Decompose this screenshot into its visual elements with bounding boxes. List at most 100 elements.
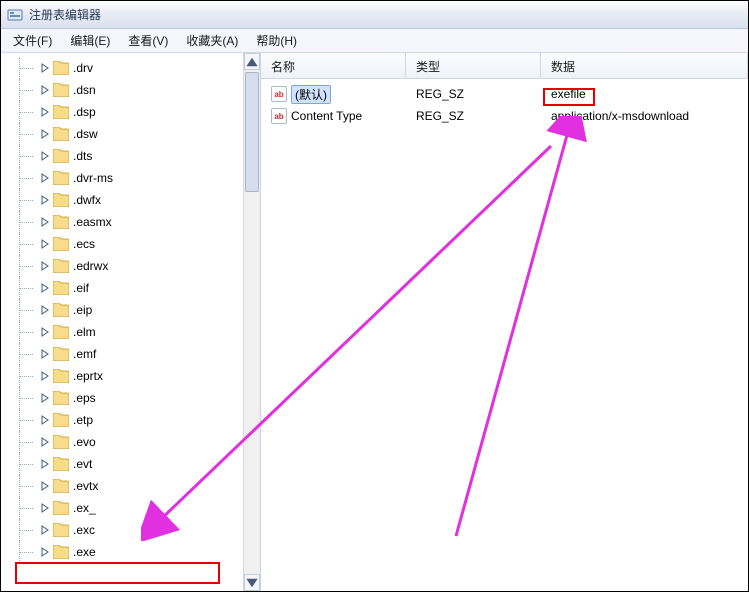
tree-node-label: .eif <box>73 281 89 295</box>
column-name[interactable]: 名称 <box>261 53 406 78</box>
expand-icon[interactable] <box>39 524 51 536</box>
expand-icon[interactable] <box>39 414 51 426</box>
tree-node[interactable]: .dwfx <box>39 189 243 211</box>
tree-node[interactable]: .eif <box>39 277 243 299</box>
value-row[interactable]: ab(默认)REG_SZexefile <box>261 83 748 105</box>
expand-icon[interactable] <box>39 216 51 228</box>
expand-icon[interactable] <box>39 172 51 184</box>
folder-icon <box>53 347 69 361</box>
tree-node-label: .emf <box>73 347 96 361</box>
tree-node-label: .easmx <box>73 215 112 229</box>
tree-node-label: .dts <box>73 149 92 163</box>
tree-node[interactable]: .ecs <box>39 233 243 255</box>
scroll-down-button[interactable] <box>244 574 260 591</box>
value-type: REG_SZ <box>406 109 541 123</box>
tree-node-label: .evtx <box>73 479 98 493</box>
app-icon <box>7 7 23 23</box>
tree-node[interactable]: .eprtx <box>39 365 243 387</box>
folder-icon <box>53 83 69 97</box>
expand-icon[interactable] <box>39 106 51 118</box>
tree-node[interactable]: .dsp <box>39 101 243 123</box>
tree-node[interactable]: .dts <box>39 145 243 167</box>
content-area: .drv.dsn .dsp .dsw .dts .dvr-ms .dwfx .easmx .e… <box>1 53 748 591</box>
values-pane: 名称 类型 数据 ab(默认)REG_SZexefileab Content Ty… <box>261 53 748 591</box>
folder-icon <box>53 479 69 493</box>
tree-node[interactable]: .eps <box>39 387 243 409</box>
value-name: (默认) <box>291 85 331 104</box>
folder-icon <box>53 61 69 75</box>
expand-icon[interactable] <box>39 62 51 74</box>
folder-icon <box>53 369 69 383</box>
expand-icon[interactable] <box>39 326 51 338</box>
title-bar[interactable]: 注册表编辑器 <box>1 1 748 29</box>
expand-icon[interactable] <box>39 458 51 470</box>
list-header: 名称 类型 数据 <box>261 53 748 79</box>
expand-icon[interactable] <box>39 502 51 514</box>
scroll-up-button[interactable] <box>244 53 260 70</box>
value-name: Content Type <box>291 109 362 123</box>
expand-icon[interactable] <box>39 304 51 316</box>
expand-icon[interactable] <box>39 84 51 96</box>
window-title: 注册表编辑器 <box>29 6 101 23</box>
tree: .drv.dsn .dsp .dsw .dts .dvr-ms .dwfx .easmx .e… <box>9 57 243 563</box>
tree-node[interactable]: .easmx <box>39 211 243 233</box>
tree-node-label: .dsp <box>73 105 96 119</box>
expand-icon[interactable] <box>39 238 51 250</box>
tree-node[interactable]: .drv <box>39 57 243 79</box>
tree-node-label: .eip <box>73 303 92 317</box>
menu-bar: 文件(F) 编辑(E) 查看(V) 收藏夹(A) 帮助(H) <box>1 29 748 53</box>
expand-icon[interactable] <box>39 150 51 162</box>
tree-node[interactable]: .exc <box>39 519 243 541</box>
tree-node[interactable]: .elm <box>39 321 243 343</box>
tree-node[interactable]: .dsw <box>39 123 243 145</box>
tree-node-label: .evt <box>73 457 92 471</box>
expand-icon[interactable] <box>39 194 51 206</box>
tree-node[interactable]: .eip <box>39 299 243 321</box>
folder-icon <box>53 325 69 339</box>
tree-node[interactable]: .exe <box>39 541 243 563</box>
tree-node[interactable]: .emf <box>39 343 243 365</box>
menu-help[interactable]: 帮助(H) <box>248 30 305 51</box>
menu-file[interactable]: 文件(F) <box>5 30 60 51</box>
list-body[interactable]: ab(默认)REG_SZexefileab Content Type REG_SZa… <box>261 79 748 591</box>
tree-node[interactable]: .evo <box>39 431 243 453</box>
menu-view[interactable]: 查看(V) <box>120 30 176 51</box>
column-data[interactable]: 数据 <box>541 53 748 78</box>
tree-node[interactable]: .etp <box>39 409 243 431</box>
tree-node[interactable]: .edrwx <box>39 255 243 277</box>
expand-icon[interactable] <box>39 282 51 294</box>
folder-icon <box>53 105 69 119</box>
column-type[interactable]: 类型 <box>406 53 541 78</box>
tree-viewport[interactable]: .drv.dsn .dsp .dsw .dts .dvr-ms .dwfx .easmx .e… <box>1 53 243 591</box>
expand-icon[interactable] <box>39 370 51 382</box>
folder-icon <box>53 391 69 405</box>
expand-icon[interactable] <box>39 348 51 360</box>
tree-node[interactable]: .ex_ <box>39 497 243 519</box>
scroll-track[interactable] <box>244 70 260 574</box>
folder-icon <box>53 523 69 537</box>
tree-node[interactable]: .dvr-ms <box>39 167 243 189</box>
tree-node[interactable]: .evt <box>39 453 243 475</box>
tree-node[interactable]: .dsn <box>39 79 243 101</box>
expand-icon[interactable] <box>39 128 51 140</box>
string-value-icon: ab <box>271 86 287 102</box>
expand-icon[interactable] <box>39 546 51 558</box>
value-row[interactable]: abContent TypeREG_SZapplication/x-msdown… <box>261 105 748 127</box>
tree-node-label: .elm <box>73 325 96 339</box>
value-data: application/x-msdownload <box>541 109 748 123</box>
tree-node[interactable]: .evtx <box>39 475 243 497</box>
expand-icon[interactable] <box>39 436 51 448</box>
menu-edit[interactable]: 编辑(E) <box>62 30 118 51</box>
menu-favorites[interactable]: 收藏夹(A) <box>178 30 246 51</box>
tree-node-label: .dwfx <box>73 193 101 207</box>
tree-node-label: .exc <box>73 523 95 537</box>
expand-icon[interactable] <box>39 480 51 492</box>
tree-node-label: .ecs <box>73 237 95 251</box>
expand-icon[interactable] <box>39 392 51 404</box>
folder-icon <box>53 281 69 295</box>
folder-icon <box>53 501 69 515</box>
tree-scrollbar[interactable] <box>243 53 260 591</box>
expand-icon[interactable] <box>39 260 51 272</box>
scroll-thumb[interactable] <box>245 72 259 192</box>
folder-icon <box>53 435 69 449</box>
